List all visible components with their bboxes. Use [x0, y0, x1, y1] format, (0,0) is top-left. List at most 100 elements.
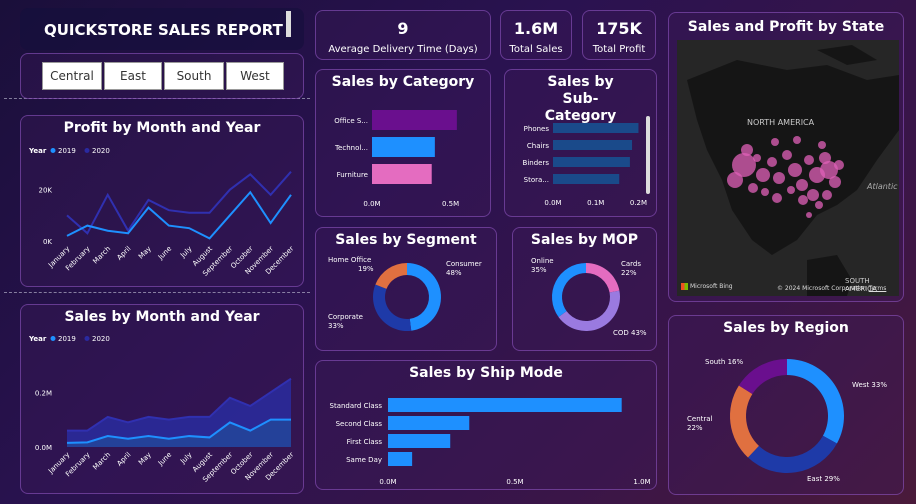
donut-slice: [586, 263, 620, 293]
state-bubble: [798, 195, 808, 205]
bar: [553, 140, 633, 150]
bing-logo: Microsoft Bing: [681, 283, 733, 290]
mop-donut-chart: Cards22% COD 43% Online35%: [531, 257, 647, 337]
title-marker: [286, 11, 291, 37]
slice-label: COD 43%: [613, 329, 647, 337]
filter-central-button[interactable]: Central: [42, 62, 102, 90]
bar: [372, 164, 432, 184]
sales-by-shipmode-panel: Sales by Ship Mode Standard Class Second …: [315, 360, 657, 490]
x-tick-label: May: [137, 451, 153, 467]
slice-label: Online: [531, 257, 554, 265]
category-label: Chairs: [527, 142, 549, 150]
bar: [388, 398, 622, 412]
legend-marker: [50, 336, 56, 341]
state-bubble: [818, 141, 826, 149]
donut-slice: [552, 263, 586, 317]
x-tick-label: 1.0M: [633, 478, 650, 486]
donut-slice: [787, 359, 844, 444]
x-tick-label: March: [91, 245, 112, 266]
chart-title: Sales and Profit by State: [687, 19, 885, 35]
terms-link[interactable]: Terms: [869, 285, 887, 292]
map-view[interactable]: NORTH AMERICA Atlantic SOUTH AMERICA Mic…: [677, 40, 899, 296]
category-label: Furniture: [337, 171, 368, 179]
x-tick-label: May: [137, 245, 153, 261]
title-panel: QUICKSTORE SALES REPORT: [20, 8, 304, 50]
slice-percent: 48%: [446, 269, 462, 277]
slice-label: Home Office: [328, 256, 371, 264]
legend-label: 2019: [58, 147, 76, 155]
state-bubble: [807, 189, 819, 201]
slice-percent: 19%: [358, 265, 374, 273]
profit-line-chart: Year 2019 20200K20KJanuaryFebruary March Apr…: [28, 147, 295, 278]
sales-by-subcategory-panel: Sales by Sub-Category Phones Chairs Binder…: [504, 69, 657, 217]
donut-slice: [730, 385, 759, 458]
filter-west-button[interactable]: West: [226, 62, 284, 90]
legend-label: 2020: [92, 147, 110, 155]
scrollbar[interactable]: [646, 116, 650, 194]
slice-label: Central: [687, 415, 713, 423]
segment-donut-chart: Consumer48% Corporate33% Home Office19%: [328, 256, 482, 331]
kpi-value: 1.6M: [513, 19, 559, 38]
category-label: Phones: [524, 125, 550, 133]
kpi-value: 175K: [596, 19, 642, 38]
category-label: Same Day: [346, 456, 382, 464]
y-tick-label: 0.2M: [35, 389, 52, 397]
sales-by-segment-panel: Sales by Segment Consumer 48% Corporate 33%…: [315, 227, 497, 351]
x-tick-label: March: [91, 451, 112, 472]
x-tick-label: June: [156, 451, 173, 468]
legend-label: 2020: [92, 335, 110, 343]
bar: [372, 137, 435, 157]
slice-label: Corporate: [328, 313, 363, 321]
attribution-text: © 2024 Microsoft Corporation: [777, 285, 867, 292]
sales-by-mop-panel: Sales by MOP Cards 22% COD 43% Online 35%: [512, 227, 657, 351]
state-bubble: [834, 160, 844, 170]
state-bubble: [772, 193, 782, 203]
kpi-sales-card: 1.6M Total Sales: [500, 10, 572, 60]
state-bubble: [748, 183, 758, 193]
legend-marker: [50, 148, 56, 153]
x-tick-label: April: [116, 245, 133, 262]
category-label: First Class: [347, 438, 383, 446]
state-bubble: [741, 144, 753, 156]
legend-label: 2019: [58, 335, 76, 343]
slice-label: Cards: [621, 260, 641, 268]
donut-slice: [558, 290, 620, 331]
subcategory-bar-chart: Phones Chairs Binders Stora... 0.0M 0.1M 0.2M: [523, 123, 647, 207]
bar: [388, 416, 470, 430]
slice-percent: 22%: [687, 424, 703, 432]
map-panel: Sales and Profit by State NORTH AMERICA …: [668, 12, 904, 302]
page-title: QUICKSTORE SALES REPORT: [44, 21, 283, 39]
brand-label: Microsoft Bing: [690, 283, 733, 290]
separator: [4, 292, 310, 293]
kpi-delivery-card: 9 Average Delivery Time (Days): [315, 10, 491, 60]
region-filter: Central East South West: [20, 53, 304, 99]
legend-marker: [84, 336, 90, 341]
filter-south-button[interactable]: South: [164, 62, 224, 90]
y-tick-label: 0K: [43, 238, 52, 246]
state-bubble: [793, 136, 801, 144]
x-tick-label: 0.1M: [587, 199, 604, 207]
kpi-value: 9: [397, 19, 409, 38]
state-bubble: [753, 154, 761, 162]
category-label: Stora...: [524, 176, 549, 184]
category-label: Office S...: [334, 117, 368, 125]
sales-by-region-panel: Sales by Region West 33% East 29% Central 2…: [668, 315, 904, 495]
bar: [388, 452, 413, 466]
donut-slice: [747, 435, 837, 473]
x-tick-label: July: [178, 451, 193, 466]
bar: [553, 123, 639, 133]
filter-east-button[interactable]: East: [104, 62, 162, 90]
donut-slice: [375, 263, 407, 289]
bar: [553, 174, 620, 184]
bar: [372, 110, 457, 130]
state-bubble: [756, 168, 770, 182]
state-bubble: [773, 172, 785, 184]
slice-label: East 29%: [807, 475, 840, 483]
category-label: Standard Class: [330, 402, 383, 410]
region-donut-chart: West 33% East 29% Central22% South 16%: [687, 358, 887, 483]
bar: [553, 157, 630, 167]
y-tick-label: 20K: [39, 187, 53, 195]
state-bubble: [771, 138, 779, 146]
slice-label: Consumer: [446, 260, 482, 268]
sales-area-chart: Year 2019 20200.0M0.2MJanuaryFebruary March…: [28, 335, 295, 484]
